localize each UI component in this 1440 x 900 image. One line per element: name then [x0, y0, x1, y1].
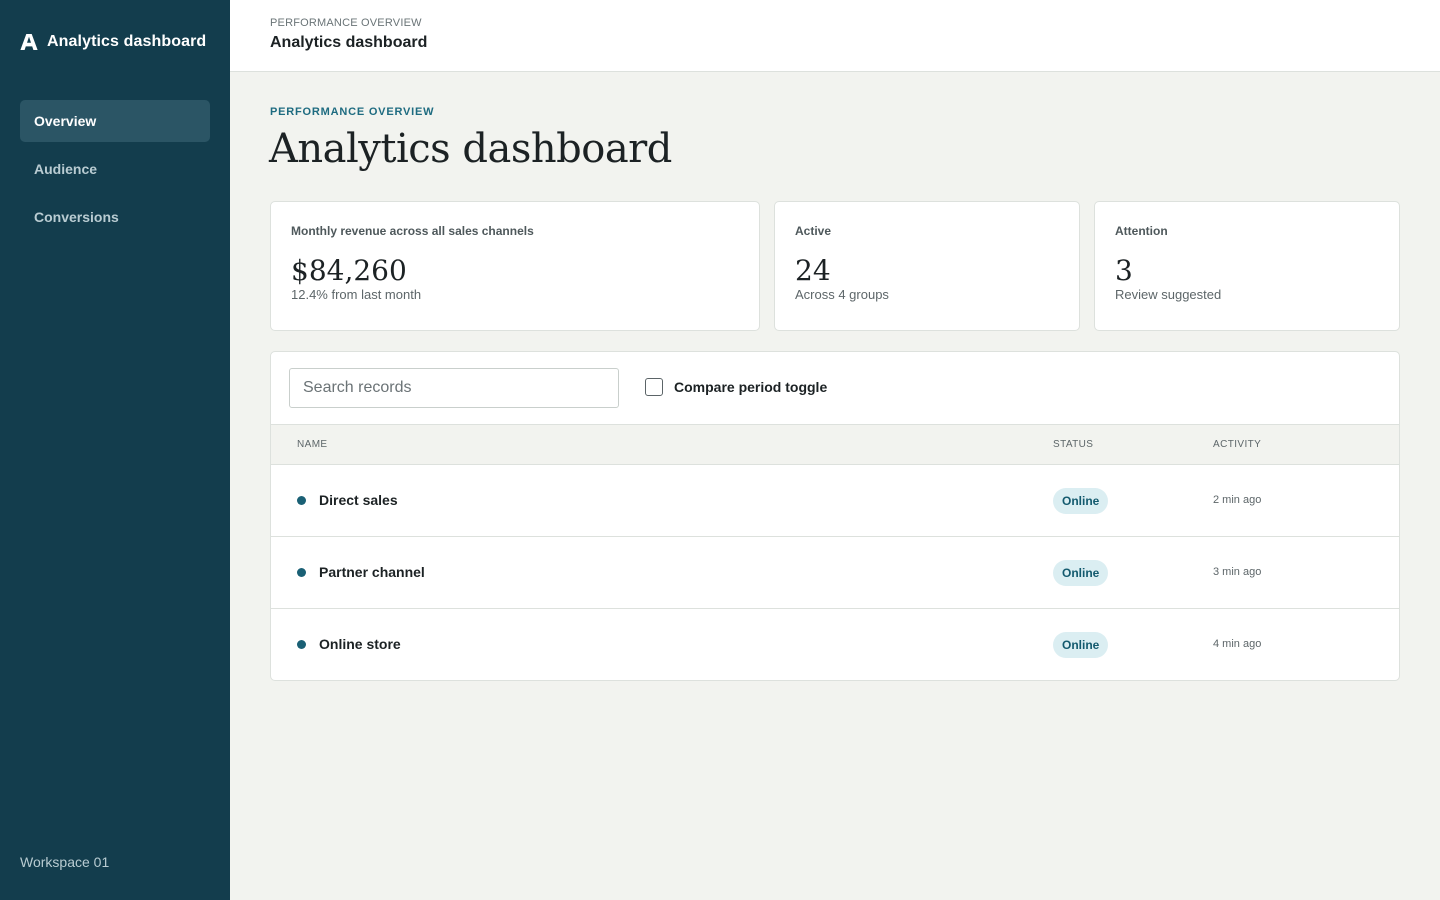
brand[interactable]: Analytics dashboard	[20, 30, 206, 54]
table-row[interactable]: Direct sales Online 2 min ago	[271, 465, 1399, 537]
active-card-sub: Across 4 groups	[795, 287, 889, 302]
row-name: Direct sales	[319, 492, 398, 508]
top-header: PERFORMANCE OVERVIEW Analytics dashboard	[230, 0, 1440, 72]
page-eyebrow: PERFORMANCE OVERVIEW	[270, 106, 435, 118]
sidebar-item-conversions[interactable]: Conversions	[20, 196, 210, 238]
row-activity: 2 min ago	[1213, 494, 1262, 506]
row-activity: 3 min ago	[1213, 566, 1262, 578]
attention-card: Attention 3 Review suggested	[1094, 201, 1400, 331]
workspace-label: Workspace 01	[20, 854, 110, 870]
sidebar: Analytics dashboard Overview Audience Co…	[0, 0, 230, 900]
attention-card-label: Attention	[1115, 224, 1168, 238]
records-panel: Compare period toggle NAME STATUS ACTIVI…	[270, 351, 1400, 681]
compare-period-checkbox[interactable]	[645, 378, 663, 396]
sidebar-nav: Overview Audience Conversions	[20, 100, 210, 244]
brand-title: Analytics dashboard	[47, 33, 207, 50]
compare-period-label: Compare period toggle	[674, 379, 828, 395]
attention-card-value: 3	[1115, 254, 1133, 287]
status-dot-icon	[297, 640, 306, 649]
status-dot-icon	[297, 496, 306, 505]
search-input[interactable]	[289, 368, 619, 408]
revenue-card-sub: 12.4% from last month	[291, 287, 422, 302]
table-row[interactable]: Partner channel Online 3 min ago	[271, 537, 1399, 609]
status-badge: Online	[1053, 632, 1109, 658]
active-card: Active 24 Across 4 groups	[774, 201, 1080, 331]
status-badge: Online	[1053, 488, 1109, 514]
sidebar-item-overview[interactable]: Overview	[20, 100, 210, 142]
table-row[interactable]: Online store Online 4 min ago	[271, 609, 1399, 680]
column-header-name[interactable]: NAME	[297, 439, 328, 450]
row-name: Partner channel	[319, 564, 425, 580]
column-header-status[interactable]: STATUS	[1053, 439, 1093, 450]
attention-card-sub: Review suggested	[1115, 287, 1222, 302]
letter-a-logo-icon	[20, 34, 38, 50]
sidebar-item-audience[interactable]: Audience	[20, 148, 210, 190]
header-eyebrow: PERFORMANCE OVERVIEW	[270, 17, 422, 29]
active-card-label: Active	[795, 224, 832, 238]
active-card-value: 24	[795, 254, 831, 287]
table-header: NAME STATUS ACTIVITY	[271, 424, 1399, 465]
header-title: Analytics dashboard	[270, 34, 428, 51]
revenue-card-value: $84,260	[291, 254, 407, 287]
row-activity: 4 min ago	[1213, 638, 1262, 650]
compare-period-toggle[interactable]: Compare period toggle	[645, 378, 827, 396]
column-header-activity[interactable]: ACTIVITY	[1213, 439, 1261, 450]
page-title: Analytics dashboard	[269, 126, 672, 172]
status-dot-icon	[297, 568, 306, 577]
revenue-card-label: Monthly revenue across all sales channel…	[291, 224, 534, 238]
row-name: Online store	[319, 636, 401, 652]
revenue-card: Monthly revenue across all sales channel…	[270, 201, 760, 331]
status-badge: Online	[1053, 560, 1109, 586]
